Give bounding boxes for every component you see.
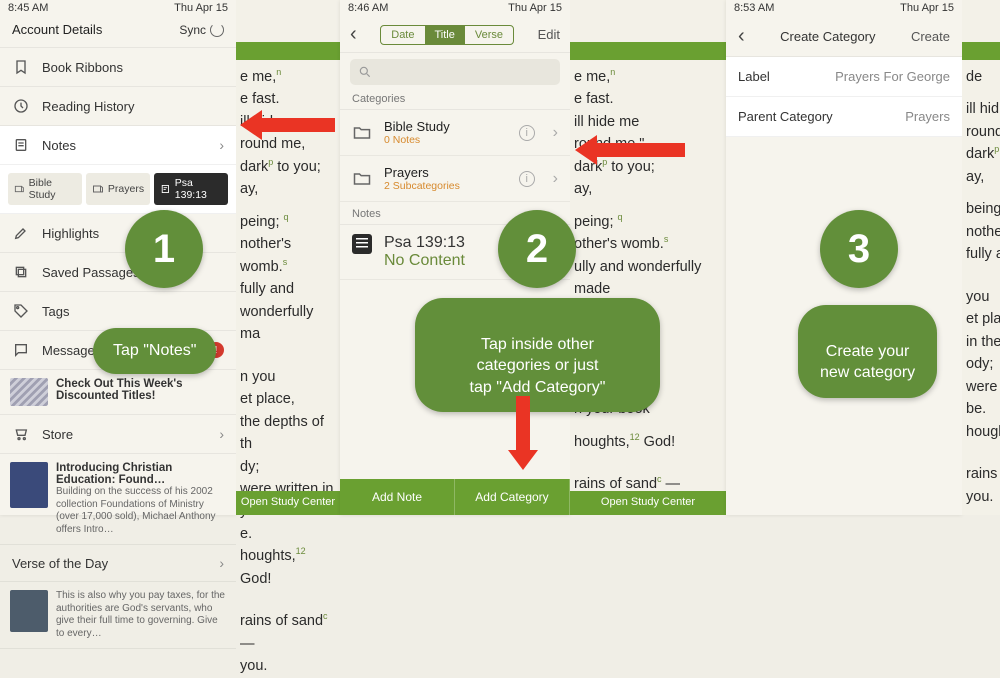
note-icon xyxy=(12,136,30,154)
reader-strip-3: deill hidrounddarkpay,being;notherfully … xyxy=(962,0,1000,515)
chip-bible-study[interactable]: Bible Study xyxy=(8,173,82,205)
label-field[interactable]: Label Prayers For George xyxy=(726,57,962,97)
chevron-right-icon: › xyxy=(553,170,558,188)
category-bible-study[interactable]: Bible Study 0 Notes i › xyxy=(340,110,570,156)
callout-3: Create your new category xyxy=(798,305,937,398)
chip-prayers[interactable]: Prayers xyxy=(86,173,150,205)
sidebar-item-store[interactable]: Store › xyxy=(0,415,236,454)
open-study-center-button[interactable]: Open Study Center xyxy=(236,491,340,515)
sidebar-item-tags[interactable]: Tags xyxy=(0,292,236,331)
chevron-right-icon: › xyxy=(219,137,224,153)
arrow-to-notes xyxy=(240,110,335,140)
status-time: 8:53 AM xyxy=(734,2,774,17)
section-categories: Categories xyxy=(340,87,570,110)
edit-button[interactable]: Edit xyxy=(538,27,560,42)
add-category-button[interactable]: Add Category xyxy=(455,479,570,515)
note-icon xyxy=(352,234,372,254)
promo-thumb-icon xyxy=(10,378,48,406)
account-header[interactable]: Account Details xyxy=(12,22,102,37)
folder-icon xyxy=(352,123,372,143)
search-icon xyxy=(358,65,372,79)
segment-verse[interactable]: Verse xyxy=(465,26,513,44)
status-bar: 8:46 AM Thu Apr 15 xyxy=(340,0,570,17)
note-category-chips: Bible Study Prayers Psa 139:13 xyxy=(0,165,236,214)
parent-category-field[interactable]: Parent Category Prayers xyxy=(726,97,962,137)
chevron-right-icon: › xyxy=(219,555,224,571)
sidebar-item-reading-history[interactable]: Reading History xyxy=(0,87,236,126)
callout-1: Tap "Notes" xyxy=(93,328,216,374)
promo-book[interactable]: Introducing Christian Education: Found… … xyxy=(0,454,236,545)
segment-date[interactable]: Date xyxy=(381,26,424,44)
arrow-to-add-category xyxy=(508,396,538,470)
step-circle-3: 3 xyxy=(820,210,898,288)
chevron-right-icon: › xyxy=(553,124,558,142)
sort-segment-control[interactable]: Date Title Verse xyxy=(380,25,514,45)
sidebar-item-votd[interactable]: Verse of the Day › xyxy=(0,545,236,582)
promo-votd[interactable]: This is also why you pay taxes, for the … xyxy=(0,582,236,649)
add-note-button[interactable]: Add Note xyxy=(340,479,455,515)
create-button[interactable]: Create xyxy=(911,29,950,44)
page-title: Create Category xyxy=(780,29,875,44)
open-study-center-button[interactable]: Open Study Center xyxy=(570,491,726,515)
parent-value: Prayers xyxy=(905,109,950,124)
status-time: 8:45 AM xyxy=(8,2,48,14)
info-icon[interactable]: i xyxy=(519,171,535,187)
highlighter-icon xyxy=(12,224,30,242)
verse-thumb-icon xyxy=(10,590,48,632)
cart-icon xyxy=(12,425,30,443)
clock-icon xyxy=(12,97,30,115)
segment-title[interactable]: Title xyxy=(425,26,465,44)
search-input[interactable] xyxy=(350,59,560,85)
sidebar-item-book-ribbons[interactable]: Book Ribbons xyxy=(0,48,236,87)
promo-discounted[interactable]: Check Out This Week's Discounted Titles! xyxy=(0,370,236,415)
status-bar: 8:53 AM Thu Apr 15 xyxy=(726,0,962,17)
sync-icon xyxy=(210,23,224,37)
reader-strip-2: e me,ne fast.ill hide meround me,"darkp … xyxy=(570,0,726,515)
status-day: Thu Apr 15 xyxy=(900,2,954,17)
chevron-right-icon: › xyxy=(219,426,224,442)
status-bar: 8:45 AM Thu Apr 15 xyxy=(0,0,236,14)
bookmark-icon xyxy=(12,58,30,76)
chat-icon xyxy=(12,341,30,359)
label-value: Prayers For George xyxy=(835,69,950,84)
copy-icon xyxy=(12,263,30,281)
sync-label: Sync xyxy=(179,23,206,37)
status-time: 8:46 AM xyxy=(348,2,388,17)
status-day: Thu Apr 15 xyxy=(174,2,228,14)
sync-button[interactable]: Sync xyxy=(179,23,224,37)
chip-psa[interactable]: Psa 139:13 xyxy=(154,173,228,205)
back-button[interactable]: ‹ xyxy=(738,25,745,48)
reader-strip-1: e me,ne fast.ill hide meround me,darkp t… xyxy=(236,0,340,515)
folder-icon xyxy=(352,169,372,189)
arrow-to-prayers xyxy=(575,135,685,165)
category-prayers[interactable]: Prayers 2 Subcategories i › xyxy=(340,156,570,202)
info-icon[interactable]: i xyxy=(519,125,535,141)
back-button[interactable]: ‹ xyxy=(350,23,357,46)
footer-actions: Add Note Add Category xyxy=(340,479,570,515)
status-day: Thu Apr 15 xyxy=(508,2,562,17)
sidebar-item-notes[interactable]: Notes › xyxy=(0,126,236,165)
tag-icon xyxy=(12,302,30,320)
book-thumb-icon xyxy=(10,462,48,508)
step-circle-2: 2 xyxy=(498,210,576,288)
step-circle-1: 1 xyxy=(125,210,203,288)
